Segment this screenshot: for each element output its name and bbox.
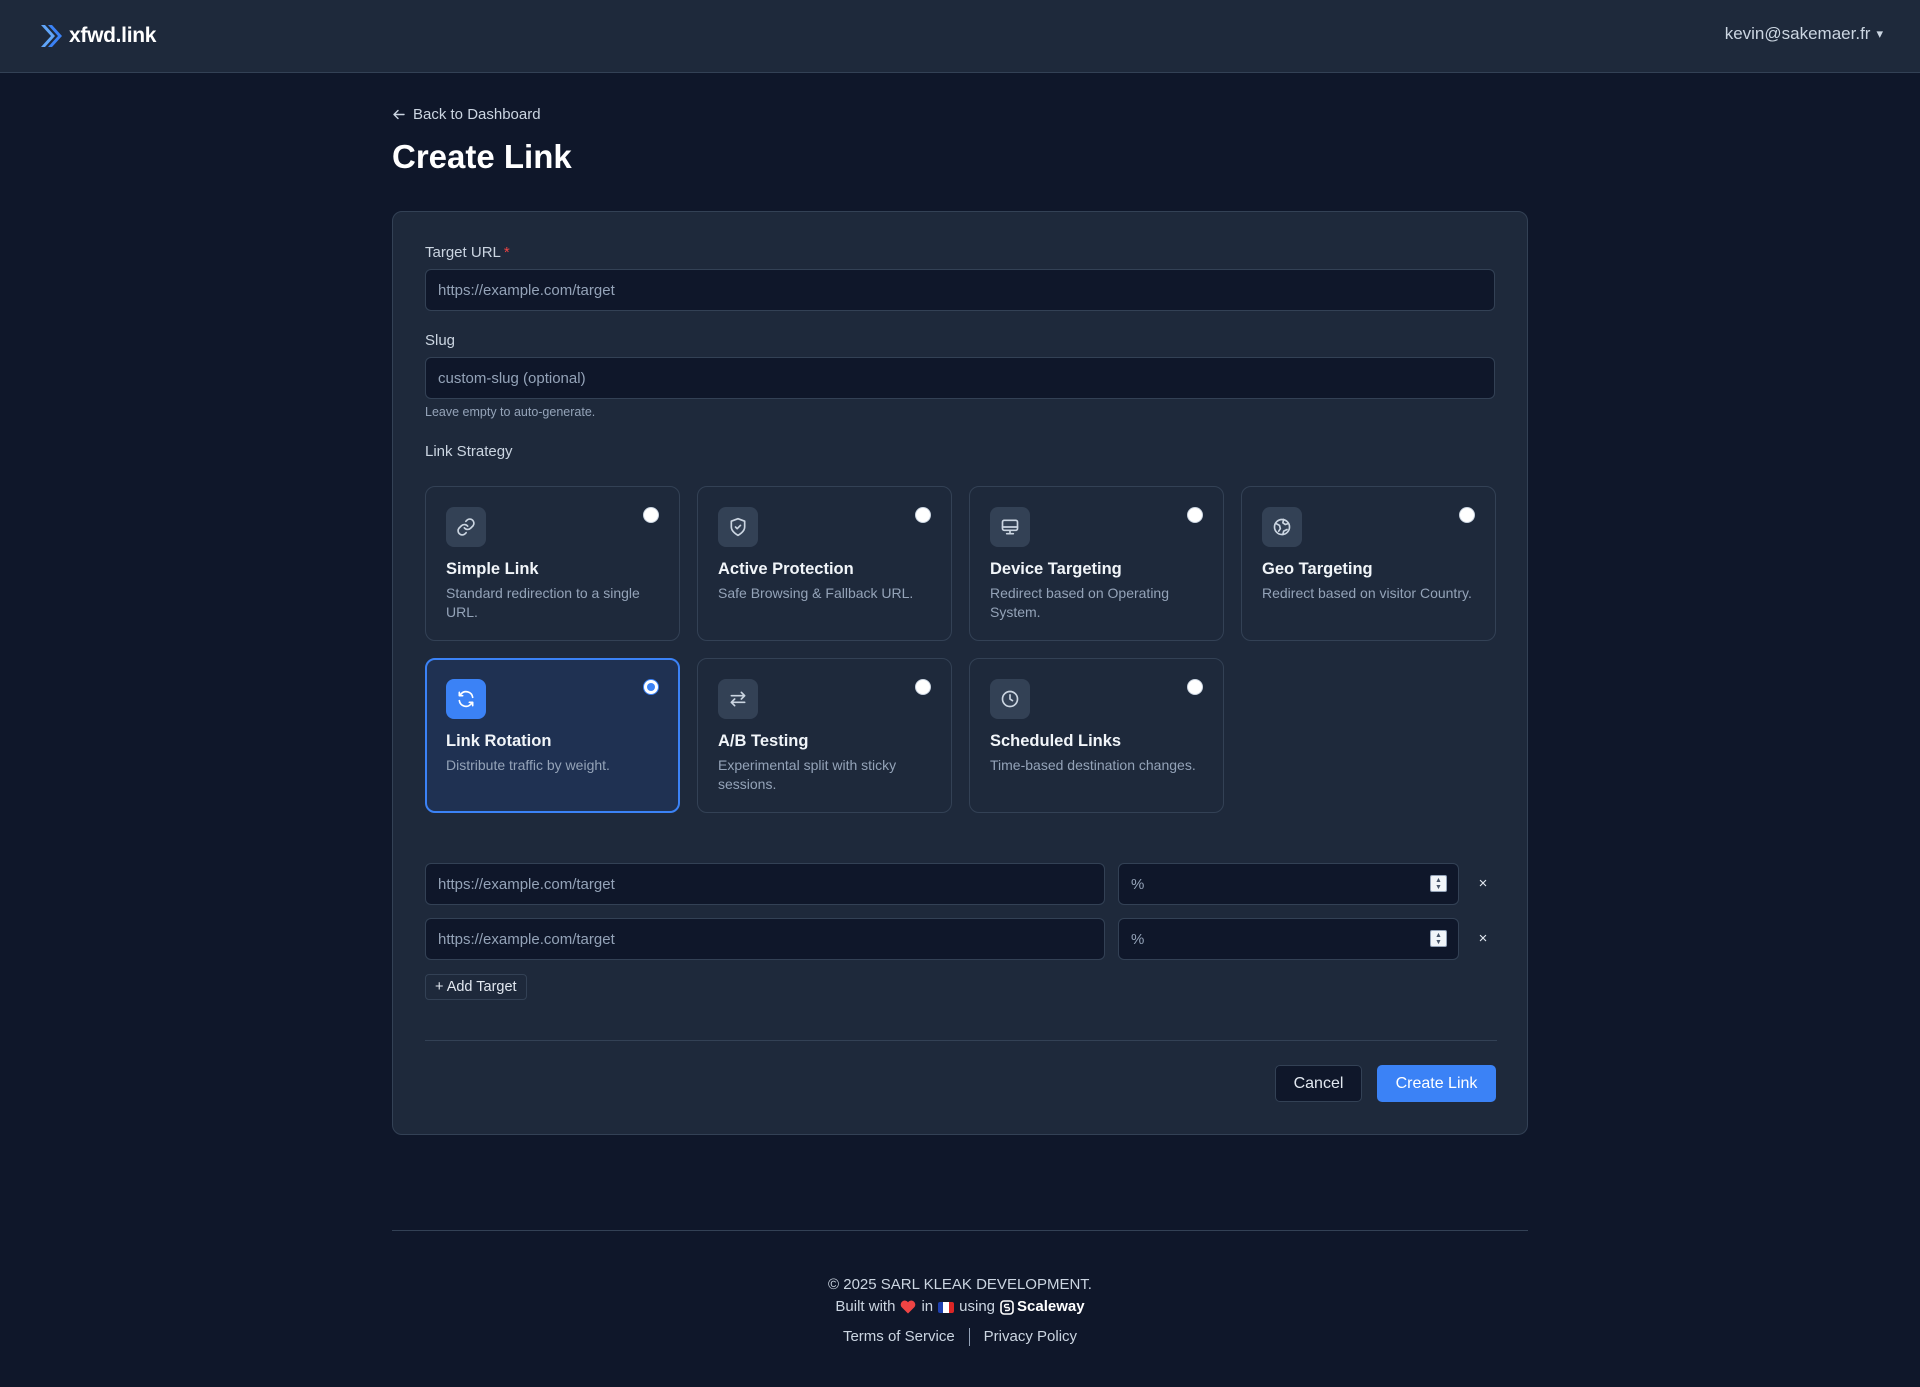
top-bar: xfwd.link kevin@sakemaer.fr ▾: [0, 0, 1920, 73]
strategy-title: Device Targeting: [990, 560, 1122, 578]
strategy-description: Experimental split with sticky sessions.: [718, 757, 897, 792]
strategy-radio-selected[interactable]: [643, 679, 659, 695]
strategy-radio[interactable]: [1187, 507, 1203, 523]
rotation-weight-input[interactable]: [1118, 918, 1459, 960]
remove-target-button[interactable]: ×: [1473, 929, 1493, 949]
strategy-description: Safe Browsing & Fallback URL.: [718, 585, 914, 601]
strategy-description: Time-based destination changes.: [990, 757, 1196, 773]
form-divider: [425, 1040, 1497, 1041]
slug-label: Slug: [425, 332, 456, 349]
in-text: in: [921, 1298, 934, 1315]
strategy-radio[interactable]: [915, 679, 931, 695]
strategy-description: Redirect based on Operating System.: [990, 585, 1169, 620]
strategy-link-rotation[interactable]: Link Rotation Distribute traffic by weig…: [425, 658, 680, 813]
scaleway-logo: Scaleway: [1000, 1296, 1085, 1318]
rotation-weight-input[interactable]: [1118, 863, 1459, 905]
privacy-policy-link[interactable]: Privacy Policy: [984, 1326, 1077, 1348]
create-link-form: Target URL* Slug Leave empty to auto-gen…: [392, 211, 1528, 1135]
back-link-label: Back to Dashboard: [413, 106, 541, 123]
strategy-title: Simple Link: [446, 560, 539, 578]
link-icon: [446, 507, 486, 547]
scaleway-icon: [1000, 1299, 1014, 1315]
cancel-button[interactable]: Cancel: [1275, 1065, 1362, 1102]
user-email: kevin@sakemaer.fr: [1724, 24, 1871, 43]
strategy-geo-targeting[interactable]: Geo Targeting Redirect based on visitor …: [1241, 486, 1496, 641]
strategy-simple-link[interactable]: Simple Link Standard redirection to a si…: [425, 486, 680, 641]
france-flag-icon: [938, 1301, 955, 1313]
strategy-title: Active Protection: [718, 560, 854, 578]
footer-links: Terms of Service Privacy Policy: [0, 1326, 1920, 1348]
page-title: Create Link: [392, 138, 572, 175]
strategy-radio[interactable]: [643, 507, 659, 523]
monitor-icon: [990, 507, 1030, 547]
strategy-ab-testing[interactable]: A/B Testing Experimental split with stic…: [697, 658, 952, 813]
heart-icon: [901, 1300, 916, 1314]
target-url-input[interactable]: [425, 269, 1495, 311]
strategy-active-protection[interactable]: Active Protection Safe Browsing & Fallba…: [697, 486, 952, 641]
target-url-label: Target URL *: [425, 244, 510, 261]
slug-hint: Leave empty to auto-generate.: [425, 405, 596, 419]
clock-icon: [990, 679, 1030, 719]
logo-text: xfwd.link: [69, 24, 157, 47]
rotation-target-url-input[interactable]: [425, 918, 1105, 960]
number-stepper[interactable]: ▲ ▼: [1430, 930, 1447, 947]
strategy-title: Scheduled Links: [990, 732, 1122, 750]
target-url-label-text: Target URL: [425, 244, 501, 261]
create-link-button[interactable]: Create Link: [1377, 1065, 1496, 1102]
footer: © 2025 SARL KLEAK DEVELOPMENT. Built wit…: [0, 1274, 1920, 1348]
rotation-weight-field: ▲▼: [1118, 863, 1459, 905]
globe-icon: [1262, 507, 1302, 547]
logo[interactable]: xfwd.link: [39, 22, 156, 50]
strategy-radio[interactable]: [1187, 679, 1203, 695]
strategy-scheduled-links[interactable]: Scheduled Links Time-based destination c…: [969, 658, 1224, 813]
back-to-dashboard-link[interactable]: Back to Dashboard: [392, 106, 541, 123]
footer-divider: [392, 1230, 1528, 1231]
terms-of-service-link[interactable]: Terms of Service: [843, 1326, 955, 1348]
strategy-device-targeting[interactable]: Device Targeting Redirect based on Opera…: [969, 486, 1224, 641]
strategy-description: Standard redirection to a single URL.: [446, 585, 640, 620]
strategy-description: Redirect based on visitor Country.: [1262, 585, 1472, 601]
shield-icon: [718, 507, 758, 547]
rotate-icon: [446, 679, 486, 719]
rotation-weight-field: ▲▼: [1118, 918, 1459, 960]
footer-built-with: Built with in using Scaleway: [0, 1296, 1920, 1318]
rotation-target-url-input[interactable]: [425, 863, 1105, 905]
add-target-button[interactable]: + Add Target: [425, 974, 527, 1000]
remove-target-button[interactable]: ×: [1473, 874, 1493, 894]
footer-link-separator: [968, 1328, 970, 1346]
strategy-radio[interactable]: [915, 507, 931, 523]
using-text: using: [959, 1298, 995, 1315]
required-marker: *: [503, 244, 510, 261]
strategy-title: A/B Testing: [718, 732, 809, 750]
slug-input[interactable]: [425, 357, 1495, 399]
chevron-down-icon: ▾: [1876, 26, 1883, 41]
arrow-left-icon: [393, 109, 405, 120]
footer-copyright: © 2025 SARL KLEAK DEVELOPMENT.: [828, 1276, 1092, 1293]
user-menu[interactable]: kevin@sakemaer.fr ▾: [1725, 24, 1883, 44]
chevrons-right-icon: [41, 25, 62, 47]
scaleway-text: Scaleway: [1017, 1298, 1085, 1315]
link-strategy-label: Link Strategy: [425, 443, 513, 460]
strategy-title: Link Rotation: [446, 732, 552, 750]
strategy-description: Distribute traffic by weight.: [446, 757, 610, 773]
arrows-swap-icon: [718, 679, 758, 719]
built-with-text: Built with: [835, 1298, 896, 1315]
strategy-radio[interactable]: [1459, 507, 1475, 523]
number-stepper[interactable]: ▲ ▼: [1430, 875, 1447, 892]
strategy-title: Geo Targeting: [1262, 560, 1373, 578]
